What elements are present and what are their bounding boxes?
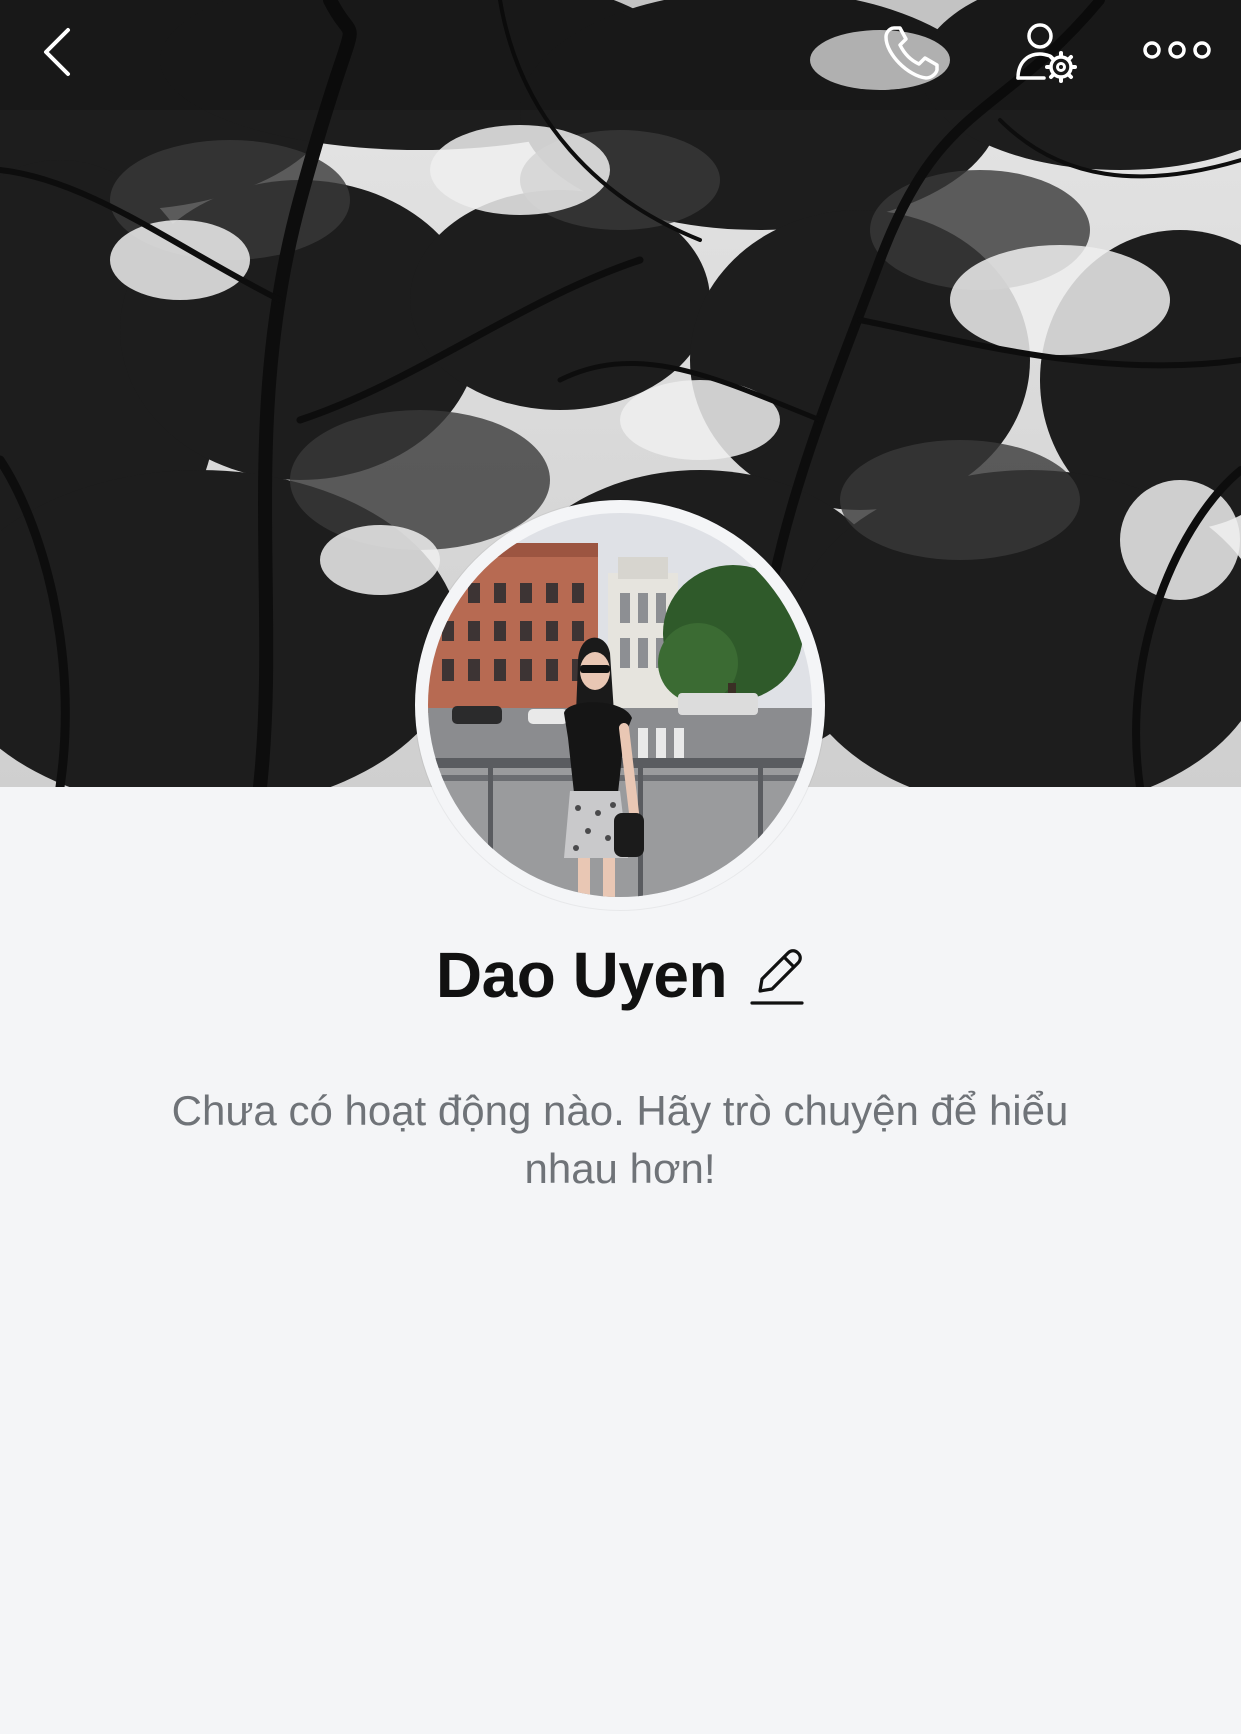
back-button[interactable] bbox=[28, 20, 88, 84]
more-options-button[interactable] bbox=[1138, 24, 1216, 76]
profile-name-row: Dao Uyen bbox=[0, 930, 1241, 1020]
avatar[interactable] bbox=[428, 513, 812, 897]
call-button[interactable] bbox=[875, 18, 949, 88]
profile-name: Dao Uyen bbox=[435, 939, 728, 1011]
avatar-image bbox=[428, 513, 812, 897]
profile-screen: Dao Uyen Chưa có hoạt động nào. Hãy trò … bbox=[0, 0, 1241, 1734]
user-settings-icon bbox=[1016, 23, 1077, 83]
top-bar bbox=[0, 0, 1241, 110]
empty-activity-message: Chưa có hoạt động nào. Hãy trò chuyện để… bbox=[171, 1087, 1069, 1192]
user-settings-button[interactable] bbox=[1008, 18, 1086, 88]
avatar-frame bbox=[415, 500, 825, 910]
edit-name-button[interactable] bbox=[749, 942, 805, 1008]
phone-icon bbox=[884, 26, 939, 80]
pencil-icon bbox=[750, 949, 804, 1005]
more-dots-icon bbox=[1143, 41, 1211, 59]
chevron-left-icon bbox=[44, 28, 70, 76]
